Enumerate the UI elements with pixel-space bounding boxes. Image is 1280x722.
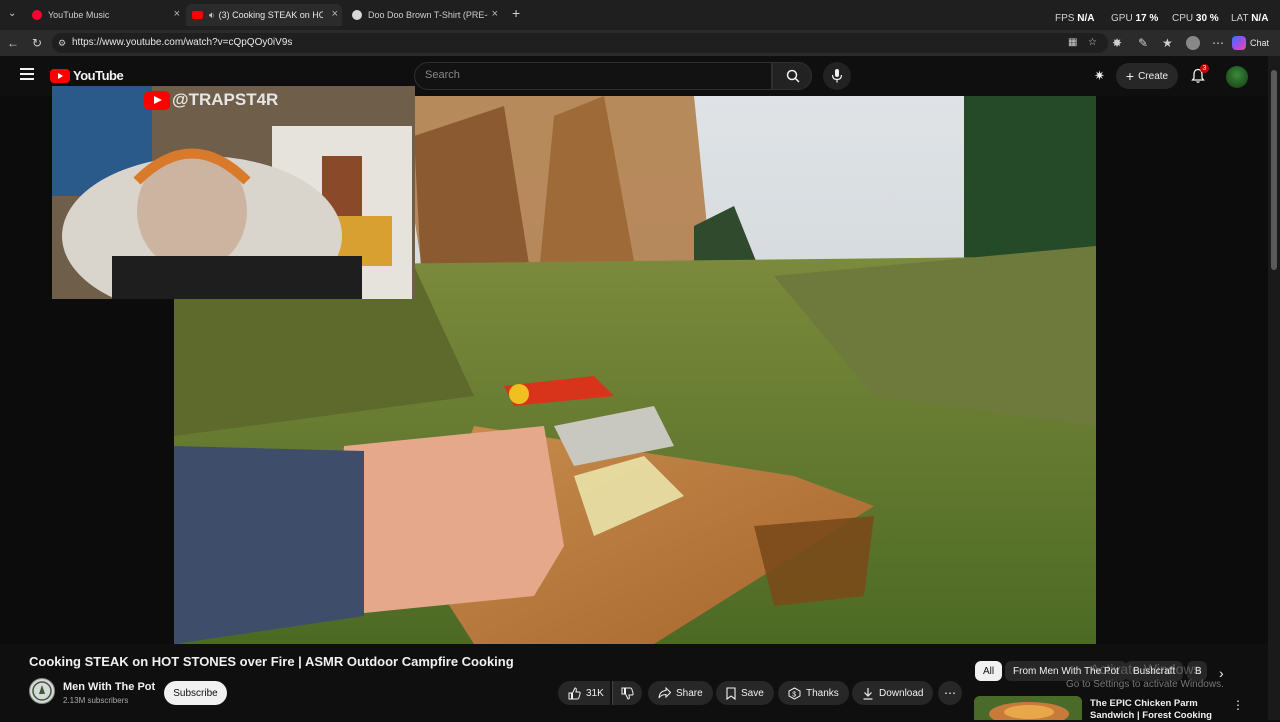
reload-icon[interactable]: ↻ <box>32 36 42 50</box>
youtube-music-favicon-icon <box>32 10 42 20</box>
account-avatar[interactable] <box>1226 66 1248 88</box>
notification-count-badge: 3 <box>1200 64 1209 73</box>
more-menu-icon[interactable]: ⋯ <box>1212 36 1224 50</box>
shop-favicon-icon <box>352 10 362 20</box>
youtube-play-logo-icon <box>144 90 170 110</box>
speaker-icon[interactable]: 🔉︎ <box>209 10 215 21</box>
extension-puzzle-icon[interactable]: ✷ <box>1094 68 1105 84</box>
tab-title: (3) Cooking STEAK on HOT ST <box>218 10 323 20</box>
chat-button[interactable]: Chat <box>1232 35 1269 51</box>
create-label: Create <box>1138 70 1169 82</box>
new-tab-icon[interactable]: + <box>512 6 520 20</box>
address-bar-row: ← ↻ ⚙ https://www.youtube.com/watch?v=cQ… <box>0 30 1280 56</box>
streamer-handle-text: @TRAPST4R <box>172 90 279 109</box>
search-icon <box>786 69 800 83</box>
more-actions-button[interactable]: ⋯ <box>938 681 962 705</box>
close-icon[interactable]: × <box>174 8 180 20</box>
favorite-star-icon[interactable]: ☆ <box>1088 36 1097 50</box>
browser-tab-strip: ⌄ YouTube Music × 🔉︎ (3) Cooking STEAK o… <box>0 0 1280 30</box>
youtube-wordmark: YouTube <box>73 68 124 83</box>
close-icon[interactable]: × <box>492 8 498 20</box>
profile-avatar[interactable] <box>1186 36 1200 50</box>
webcam-image <box>52 86 415 299</box>
next-video-menu-icon[interactable]: ⋮ <box>1232 698 1244 712</box>
search-button[interactable] <box>772 62 812 90</box>
scrollbar-thumb[interactable] <box>1271 70 1277 270</box>
create-button[interactable]: + Create <box>1116 63 1178 89</box>
site-info-icon[interactable]: ⚙ <box>58 36 66 50</box>
fps-readout: FPS N/A <box>1055 13 1095 24</box>
download-icon <box>863 687 873 700</box>
youtube-play-logo-icon <box>50 68 70 83</box>
search-input[interactable] <box>425 69 725 81</box>
share-button[interactable]: Share <box>648 681 713 705</box>
copilot-icon <box>1232 36 1246 50</box>
favorites-icon[interactable]: ★ <box>1162 36 1173 50</box>
like-count: 31K <box>586 687 604 699</box>
like-button[interactable]: 31K <box>558 681 610 705</box>
tab-title: Doo Doo Brown T-Shirt (PRE-ORD <box>368 10 488 20</box>
save-label: Save <box>741 687 764 699</box>
cpu-readout: CPU 30 % <box>1172 13 1219 24</box>
thanks-dollar-icon: $ <box>788 686 801 700</box>
tab-youtube-video[interactable]: 🔉︎ (3) Cooking STEAK on HOT ST × <box>186 4 342 26</box>
save-button[interactable]: Save <box>716 681 774 705</box>
channel-avatar[interactable] <box>29 678 55 704</box>
next-video-thumbnail-image <box>974 696 1082 720</box>
extension-icon[interactable]: ✎ <box>1138 36 1148 50</box>
bookmark-icon <box>726 686 736 700</box>
streamer-webcam-overlay: @TRAPST4R <box>52 86 415 299</box>
thumbs-down-icon <box>621 687 634 700</box>
streamer-handle: @TRAPST4R <box>144 90 278 110</box>
tab-list-chevron-icon[interactable]: ⌄ <box>8 7 16 21</box>
download-label: Download <box>879 687 924 699</box>
youtube-favicon-icon <box>192 11 203 19</box>
extensions-icon[interactable]: ✸ <box>1112 36 1122 50</box>
back-icon[interactable]: ← <box>7 36 19 50</box>
share-icon <box>658 687 671 699</box>
channel-name[interactable]: Men With The Pot <box>63 681 155 693</box>
next-video-title[interactable]: The EPIC Chicken Parm Sandwich | Forest … <box>1090 698 1230 722</box>
windows-activation-watermark-title: Activate Windows <box>1090 661 1201 677</box>
microphone-icon <box>831 69 843 83</box>
tab-title: YouTube Music <box>48 10 110 20</box>
chat-label: Chat <box>1250 38 1270 48</box>
tab-youtube-music[interactable]: YouTube Music × <box>26 4 184 26</box>
windows-activation-watermark-subtitle: Go to Settings to activate Windows. <box>1066 679 1224 690</box>
gpu-readout: GPU 17 % <box>1111 13 1159 24</box>
svg-text:$: $ <box>792 691 796 698</box>
thanks-label: Thanks <box>806 687 839 699</box>
chip-all[interactable]: All <box>975 661 1003 681</box>
download-button[interactable]: Download <box>852 681 934 705</box>
thanks-button[interactable]: $ Thanks <box>778 681 849 705</box>
notifications-button[interactable]: 3 <box>1190 64 1209 86</box>
channel-logo-icon <box>32 681 52 701</box>
voice-search-button[interactable] <box>823 62 851 90</box>
video-title: Cooking STEAK on HOT STONES over Fire | … <box>29 654 514 669</box>
hamburger-menu-icon[interactable] <box>20 68 34 80</box>
close-icon[interactable]: × <box>332 8 338 20</box>
url-text: https://www.youtube.com/watch?v=cQpQOy0i… <box>72 37 293 48</box>
plus-icon: + <box>1125 68 1135 84</box>
url-field[interactable]: ⚙ https://www.youtube.com/watch?v=cQpQOy… <box>52 33 1108 53</box>
subscribe-button[interactable]: Subscribe <box>164 681 227 705</box>
share-label: Share <box>676 687 703 699</box>
lat-readout: LAT N/A <box>1231 13 1269 24</box>
next-video-thumbnail[interactable] <box>974 696 1082 720</box>
reading-view-icon[interactable]: ▦ <box>1068 36 1077 50</box>
youtube-logo[interactable]: YouTube <box>50 68 124 83</box>
thumbs-up-icon <box>568 686 581 699</box>
subscriber-count: 2.13M subscribers <box>63 696 129 705</box>
search-box[interactable] <box>414 62 772 90</box>
tab-shop[interactable]: Doo Doo Brown T-Shirt (PRE-ORD × <box>346 4 502 26</box>
page-scrollbar[interactable] <box>1268 56 1280 720</box>
dislike-button[interactable] <box>612 681 642 705</box>
more-horizontal-icon: ⋯ <box>944 686 956 700</box>
